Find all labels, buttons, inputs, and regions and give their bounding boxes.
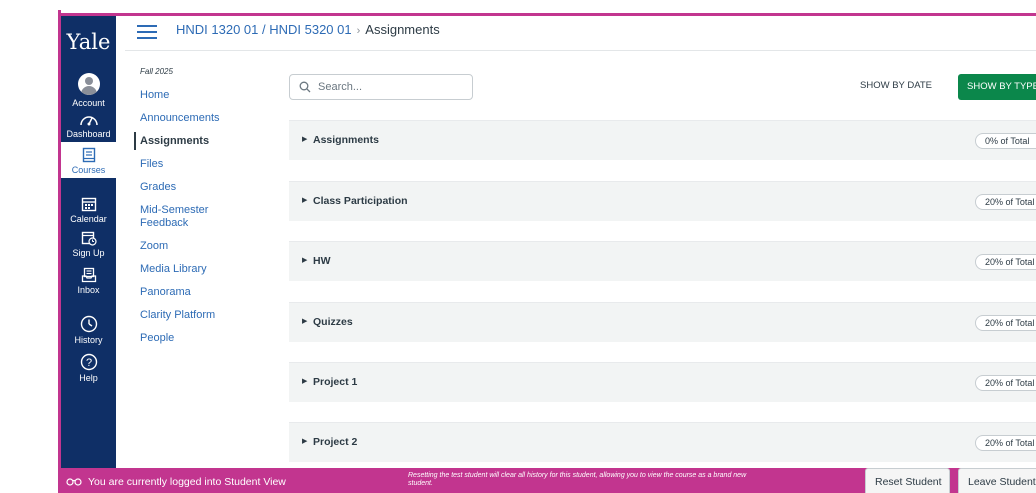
hamburger-menu-icon[interactable]: [137, 25, 157, 39]
nav-courses[interactable]: Courses: [61, 142, 116, 178]
reset-student-button[interactable]: Reset Student: [865, 468, 950, 493]
nav-account[interactable]: Account: [61, 73, 116, 108]
assignment-group-name: HW: [313, 255, 331, 267]
course-nav-announcements[interactable]: Announcements: [140, 112, 250, 125]
breadcrumb-current: Assignments: [365, 22, 440, 37]
account-avatar-icon: [77, 73, 100, 95]
student-view-bar: You are currently logged into Student Vi…: [58, 468, 1036, 493]
assignment-group[interactable]: ▶ Project 1 20% of Total: [289, 362, 1036, 402]
assignment-group-name: Project 2: [313, 436, 358, 448]
group-weight-badge: 20% of Total: [975, 194, 1036, 210]
course-nav-grades[interactable]: Grades: [140, 181, 250, 194]
expand-caret-icon: ▶: [302, 318, 308, 325]
group-weight-badge: 20% of Total: [975, 315, 1036, 331]
student-view-reset-note: Resetting the test student will clear al…: [408, 472, 747, 487]
nav-inbox-label: Inbox: [77, 285, 100, 295]
nav-dashboard[interactable]: Dashboard: [61, 112, 116, 139]
canvas-page: Yale Account Dashboard Courses Calendar …: [0, 0, 1036, 493]
assignment-group[interactable]: ▶ HW 20% of Total: [289, 241, 1036, 281]
show-by-date-button[interactable]: SHOW BY DATE: [860, 80, 932, 91]
nav-help-label: Help: [79, 373, 98, 383]
course-nav-panorama[interactable]: Panorama: [140, 286, 250, 299]
student-view-border-top: [58, 13, 1036, 16]
nav-help[interactable]: ? Help: [61, 353, 116, 383]
yale-logo[interactable]: Yale: [61, 30, 116, 54]
assignment-group-name: Project 1: [313, 376, 358, 388]
help-icon: ?: [80, 353, 97, 371]
nav-inbox[interactable]: Inbox: [61, 267, 116, 295]
expand-caret-icon: ▶: [302, 378, 308, 385]
assignment-group[interactable]: ▶ Quizzes 20% of Total: [289, 302, 1036, 342]
breadcrumb-separator: ›: [356, 25, 361, 37]
expand-caret-icon: ▶: [302, 197, 308, 204]
nav-sign-up-label: Sign Up: [72, 248, 105, 258]
course-term: Fall 2025: [140, 67, 173, 76]
dashboard-icon: [79, 116, 98, 126]
search-box: [289, 74, 473, 100]
nav-sign-up[interactable]: Sign Up: [61, 230, 116, 258]
student-view-message: You are currently logged into Student Vi…: [88, 476, 286, 488]
course-nav-home[interactable]: Home: [140, 89, 250, 102]
search-icon: [299, 81, 311, 93]
calendar-icon: [81, 197, 96, 212]
svg-text:?: ?: [85, 357, 91, 369]
assignment-group-name: Assignments: [313, 134, 379, 146]
assignment-group-name: Class Participation: [313, 195, 408, 207]
student-view-glasses-icon: [66, 478, 82, 486]
expand-caret-icon: ▶: [302, 438, 308, 445]
leave-student-view-button[interactable]: Leave Student View: [958, 468, 1036, 493]
nav-calendar[interactable]: Calendar: [61, 196, 116, 224]
expand-caret-icon: ▶: [302, 136, 308, 143]
assignment-group[interactable]: ▶ Class Participation 20% of Total: [289, 181, 1036, 221]
nav-dashboard-label: Dashboard: [66, 129, 111, 139]
course-nav-mid-semester-feedback[interactable]: Mid-Semester Feedback: [140, 204, 230, 230]
course-nav-active-indicator: [134, 132, 136, 150]
course-nav-files[interactable]: Files: [140, 158, 250, 171]
nav-account-label: Account: [72, 98, 105, 108]
course-nav-assignments[interactable]: Assignments: [140, 135, 250, 148]
course-nav-zoom[interactable]: Zoom: [140, 240, 250, 253]
show-by-type-button[interactable]: SHOW BY TYPE: [958, 74, 1036, 100]
course-nav-people[interactable]: People: [140, 332, 250, 345]
course-nav-media-library[interactable]: Media Library: [140, 263, 250, 276]
group-weight-badge: 0% of Total: [975, 133, 1036, 149]
inbox-icon: [81, 267, 96, 283]
nav-courses-label: Courses: [71, 165, 106, 175]
nav-history-label: History: [74, 335, 103, 345]
sign-up-icon: [81, 231, 97, 246]
search-input[interactable]: [318, 79, 468, 95]
nav-history[interactable]: History: [61, 315, 116, 345]
assignment-group-name: Quizzes: [313, 316, 353, 328]
breadcrumb: HNDI 1320 01 / HNDI 5320 01 › Assignments: [176, 22, 440, 37]
global-navigation: Yale Account Dashboard Courses Calendar …: [61, 16, 116, 480]
breadcrumb-course-link[interactable]: HNDI 1320 01 / HNDI 5320 01: [176, 22, 352, 37]
expand-caret-icon: ▶: [302, 257, 308, 264]
group-weight-badge: 20% of Total: [975, 254, 1036, 270]
group-weight-badge: 20% of Total: [975, 435, 1036, 451]
courses-icon: [82, 147, 95, 163]
assignment-group[interactable]: ▶ Assignments 0% of Total: [289, 120, 1036, 160]
history-icon: [80, 315, 97, 333]
header-divider: [125, 50, 1036, 51]
group-weight-badge: 20% of Total: [975, 375, 1036, 391]
nav-calendar-label: Calendar: [70, 214, 107, 224]
assignment-group[interactable]: ▶ Project 2 20% of Total: [289, 422, 1036, 462]
course-nav-clarity-platform[interactable]: Clarity Platform: [140, 309, 250, 322]
